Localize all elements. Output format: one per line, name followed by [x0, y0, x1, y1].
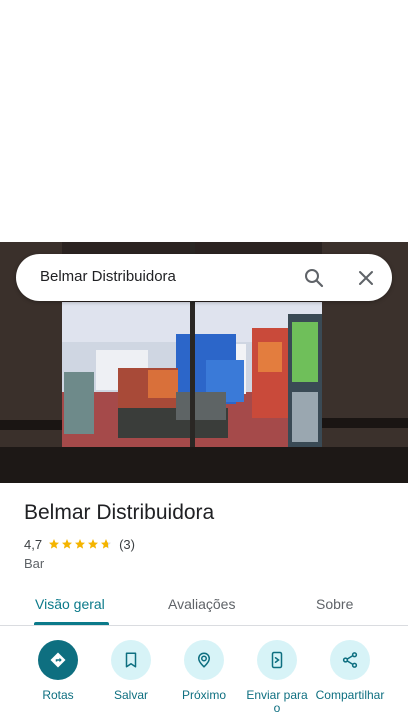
directions-icon: [38, 640, 78, 680]
star-icon: [49, 539, 60, 549]
place-title: Belmar Distribuidora: [24, 501, 215, 524]
share-button[interactable]: Compartilhar: [310, 640, 390, 702]
send-to-phone-button[interactable]: Enviar para o: [237, 640, 317, 715]
share-label: Compartilhar: [315, 688, 385, 702]
search-icon[interactable]: [302, 266, 326, 290]
close-icon[interactable]: [354, 266, 378, 290]
nearby-label: Próximo: [181, 688, 226, 702]
bookmark-icon: [111, 640, 151, 680]
half-star-icon: [101, 539, 112, 549]
send-to-phone-label: Enviar para o: [246, 688, 308, 715]
nearby-icon: [184, 640, 224, 680]
tab-about[interactable]: Sobre: [316, 596, 353, 612]
review-count[interactable]: (3): [119, 537, 135, 552]
nearby-button[interactable]: Próximo: [164, 640, 244, 702]
star-icon: [88, 539, 99, 549]
rating-stars: [48, 538, 113, 550]
tabs-divider: [0, 625, 408, 626]
place-category: Bar: [24, 556, 45, 571]
rating-value: 4,7: [24, 536, 43, 552]
save-label: Salvar: [113, 688, 148, 702]
search-query[interactable]: Belmar Distribuidora: [40, 268, 176, 285]
star-icon: [62, 539, 73, 549]
directions-label: Rotas: [42, 688, 74, 702]
tab-overview[interactable]: Visão geral: [35, 596, 105, 612]
save-button[interactable]: Salvar: [91, 640, 171, 702]
directions-button[interactable]: Rotas: [18, 640, 98, 702]
share-icon: [330, 640, 370, 680]
search-bar[interactable]: Belmar Distribuidora: [16, 254, 392, 301]
tab-reviews[interactable]: Avaliações: [168, 596, 235, 612]
rating-row[interactable]: 4,7 (3): [24, 536, 135, 552]
star-icon: [75, 539, 86, 549]
send-to-phone-icon: [257, 640, 297, 680]
